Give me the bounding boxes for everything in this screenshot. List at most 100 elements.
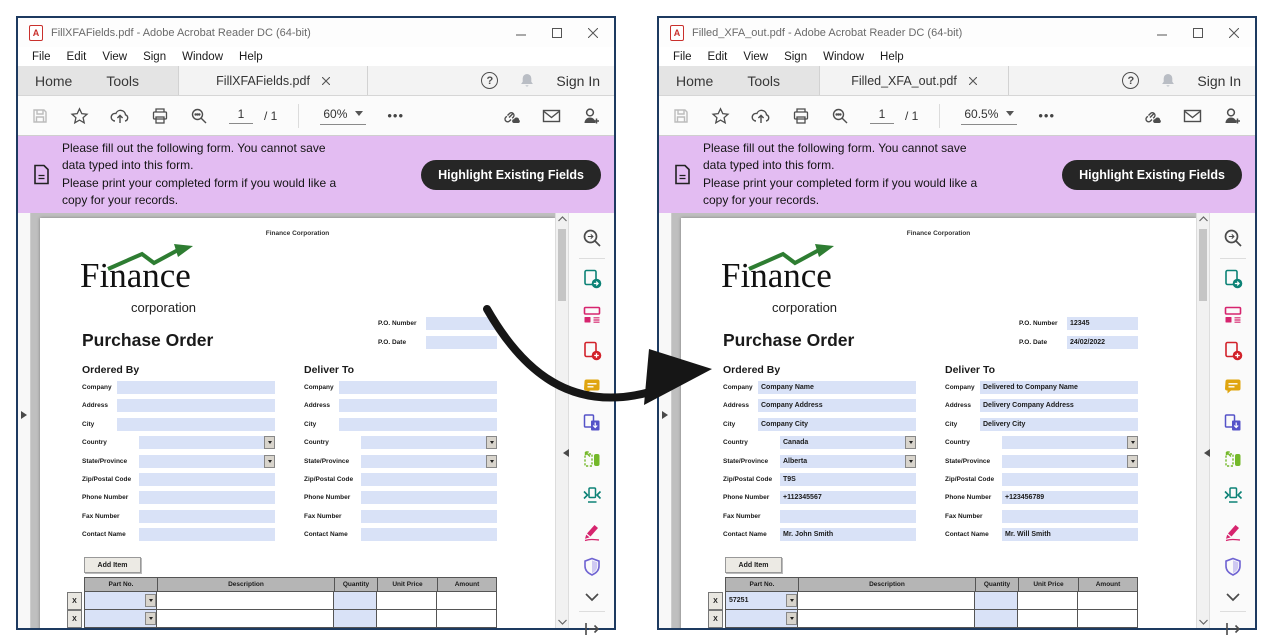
- tab-tools[interactable]: Tools: [89, 66, 156, 95]
- deliver-zip-field[interactable]: [361, 473, 497, 486]
- po-date-field[interactable]: [426, 336, 497, 349]
- part-no-select[interactable]: [725, 610, 798, 628]
- edit-pdf-icon[interactable]: [580, 448, 604, 470]
- dropdown-arrow-icon[interactable]: [145, 612, 156, 625]
- scrollbar-thumb[interactable]: [1199, 229, 1207, 301]
- share-link-icon[interactable]: [501, 107, 521, 125]
- deliver-fax-field[interactable]: [361, 510, 497, 523]
- dropdown-arrow-icon[interactable]: [905, 455, 916, 468]
- tab-close-icon[interactable]: [322, 77, 330, 85]
- ordered-address-field[interactable]: [117, 399, 275, 412]
- sign-in-button[interactable]: Sign In: [556, 73, 600, 89]
- comment-icon[interactable]: [1221, 376, 1245, 398]
- star-icon[interactable]: [711, 107, 730, 125]
- maximize-icon[interactable]: [1193, 28, 1203, 38]
- organize-pages-icon[interactable]: [580, 304, 604, 326]
- menu-help[interactable]: Help: [872, 51, 912, 63]
- deliver-phone-field[interactable]: +123456789: [1002, 491, 1138, 504]
- dropdown-arrow-icon[interactable]: [905, 436, 916, 449]
- deliver-company-field[interactable]: [339, 381, 497, 394]
- protect-pdf-icon[interactable]: [1221, 556, 1245, 578]
- unit-price-cell[interactable]: [377, 610, 437, 628]
- unit-price-cell[interactable]: [1018, 592, 1078, 610]
- more-tools-icon[interactable]: •••: [387, 108, 404, 123]
- tools-pane-toggle-icon[interactable]: [563, 449, 569, 457]
- delete-row-button[interactable]: X: [67, 610, 82, 628]
- save-icon[interactable]: [31, 107, 49, 125]
- account-icon[interactable]: [1223, 107, 1242, 125]
- menu-edit[interactable]: Edit: [700, 51, 736, 63]
- ordered-contact-field[interactable]: [139, 528, 275, 541]
- protect-pdf-icon[interactable]: [580, 556, 604, 578]
- quantity-cell[interactable]: [975, 610, 1018, 628]
- page-number-input[interactable]: 1: [870, 107, 894, 124]
- ordered-city-field[interactable]: [117, 418, 275, 431]
- ordered-phone-field[interactable]: +112345567: [780, 491, 916, 504]
- fill-sign-icon[interactable]: [1221, 520, 1245, 542]
- menu-edit[interactable]: Edit: [59, 51, 95, 63]
- part-no-select[interactable]: [84, 592, 157, 610]
- compress-pdf-icon[interactable]: [1221, 484, 1245, 506]
- highlight-existing-fields-button[interactable]: Highlight Existing Fields: [1062, 160, 1242, 190]
- delete-row-button[interactable]: X: [708, 610, 723, 628]
- ordered-zip-field[interactable]: T9S: [780, 473, 916, 486]
- quantity-cell[interactable]: [975, 592, 1018, 610]
- ordered-address-field[interactable]: Company Address: [758, 399, 916, 412]
- more-tools-chevron-icon[interactable]: [580, 592, 604, 602]
- notifications-bell-icon[interactable]: [519, 72, 535, 89]
- deliver-state-select[interactable]: [1002, 455, 1138, 468]
- print-icon[interactable]: [792, 107, 810, 125]
- ordered-zip-field[interactable]: [139, 473, 275, 486]
- zoom-control[interactable]: 60.5%: [961, 107, 1017, 125]
- edit-pdf-icon[interactable]: [1221, 448, 1245, 470]
- vertical-scrollbar[interactable]: [555, 213, 568, 628]
- tab-home[interactable]: Home: [18, 66, 89, 95]
- tab-tools[interactable]: Tools: [730, 66, 797, 95]
- dropdown-arrow-icon[interactable]: [264, 436, 275, 449]
- description-cell[interactable]: [798, 610, 975, 628]
- amount-cell[interactable]: [1078, 610, 1138, 628]
- deliver-contact-field[interactable]: Mr. Will Smith: [1002, 528, 1138, 541]
- amount-cell[interactable]: [437, 592, 497, 610]
- menu-help[interactable]: Help: [231, 51, 271, 63]
- menu-sign[interactable]: Sign: [776, 51, 815, 63]
- share-upload-icon[interactable]: [110, 107, 130, 125]
- menu-file[interactable]: File: [665, 51, 700, 63]
- scroll-up-icon[interactable]: [556, 216, 568, 222]
- quantity-cell[interactable]: [334, 610, 377, 628]
- scroll-up-icon[interactable]: [1197, 216, 1209, 222]
- dropdown-arrow-icon[interactable]: [786, 594, 797, 607]
- help-icon[interactable]: ?: [1122, 72, 1139, 89]
- sign-in-button[interactable]: Sign In: [1197, 73, 1241, 89]
- deliver-country-select[interactable]: [361, 436, 497, 449]
- compress-pdf-icon[interactable]: [580, 484, 604, 506]
- deliver-company-field[interactable]: Delivered to Company Name: [980, 381, 1138, 394]
- ordered-contact-field[interactable]: Mr. John Smith: [780, 528, 916, 541]
- ordered-state-select[interactable]: Alberta: [780, 455, 916, 468]
- dropdown-arrow-icon[interactable]: [264, 455, 275, 468]
- menu-view[interactable]: View: [735, 51, 776, 63]
- share-link-icon[interactable]: [1142, 107, 1162, 125]
- po-number-field[interactable]: [426, 317, 497, 330]
- tools-pane-toggle-icon[interactable]: [1204, 449, 1210, 457]
- email-icon[interactable]: [542, 108, 561, 124]
- nav-pane-toggle-icon[interactable]: [662, 411, 668, 419]
- dropdown-arrow-icon[interactable]: [486, 436, 497, 449]
- scroll-down-icon[interactable]: [556, 619, 568, 625]
- vertical-scrollbar[interactable]: [1196, 213, 1209, 628]
- minimize-icon[interactable]: [516, 28, 526, 38]
- add-item-button[interactable]: Add Item: [84, 557, 141, 573]
- po-number-field[interactable]: 12345: [1067, 317, 1138, 330]
- highlight-existing-fields-button[interactable]: Highlight Existing Fields: [421, 160, 601, 190]
- amount-cell[interactable]: [1078, 592, 1138, 610]
- document-tab[interactable]: FillXFAFields.pdf: [178, 66, 368, 95]
- tab-home[interactable]: Home: [659, 66, 730, 95]
- notifications-bell-icon[interactable]: [1160, 72, 1176, 89]
- export-pdf-icon[interactable]: [580, 268, 604, 290]
- dropdown-arrow-icon[interactable]: [1127, 436, 1138, 449]
- po-date-field[interactable]: 24/02/2022: [1067, 336, 1138, 349]
- tab-close-icon[interactable]: [969, 77, 977, 85]
- search-tools-icon[interactable]: [1221, 227, 1245, 249]
- ordered-phone-field[interactable]: [139, 491, 275, 504]
- search-tools-icon[interactable]: [580, 227, 604, 249]
